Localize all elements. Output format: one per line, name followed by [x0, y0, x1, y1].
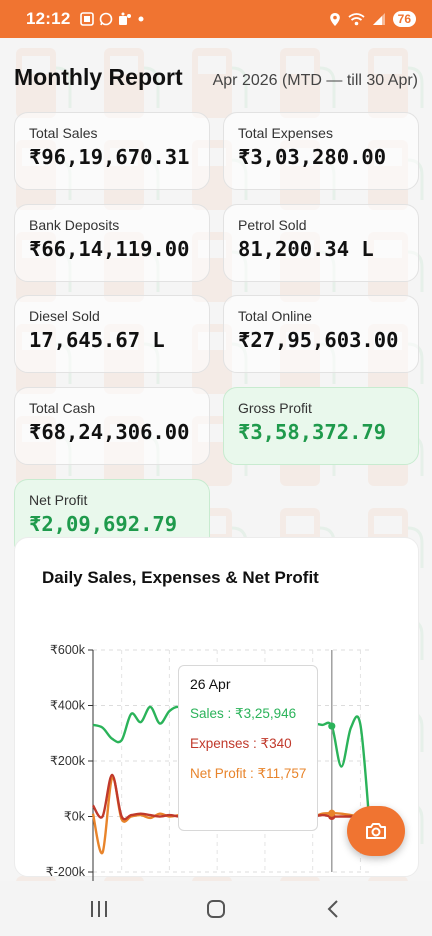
- home-icon: [206, 899, 225, 918]
- tooltip-date: 26 Apr: [190, 676, 231, 692]
- chart-y-tick-label: ₹400k: [50, 699, 86, 713]
- tooltip-expenses: Expenses : ₹340: [190, 736, 292, 751]
- tooltip-sales: Sales : ₹3,25,946: [190, 706, 297, 721]
- chart-tooltip: 26 Apr Sales : ₹3,25,946 Expenses : ₹340…: [178, 665, 318, 831]
- recent-apps-button[interactable]: [79, 889, 119, 929]
- camera-icon: [366, 823, 386, 839]
- hover-point-sales: [328, 722, 336, 730]
- home-button[interactable]: [196, 889, 236, 929]
- camera-button[interactable]: [347, 806, 405, 856]
- back-button[interactable]: [313, 889, 353, 929]
- chart-y-tick-label: ₹600k: [50, 643, 86, 657]
- back-icon: [327, 899, 339, 918]
- tooltip-net-profit: Net Profit : ₹11,757: [190, 766, 307, 781]
- chart-y-tick-label: ₹200k: [50, 754, 86, 768]
- system-nav-bar: [0, 881, 432, 936]
- hover-point-net-profit: [328, 809, 336, 817]
- recent-apps-icon: [90, 900, 107, 917]
- chart-y-tick-label: ₹-200k: [46, 865, 86, 879]
- chart-y-tick-label: ₹0k: [64, 810, 86, 824]
